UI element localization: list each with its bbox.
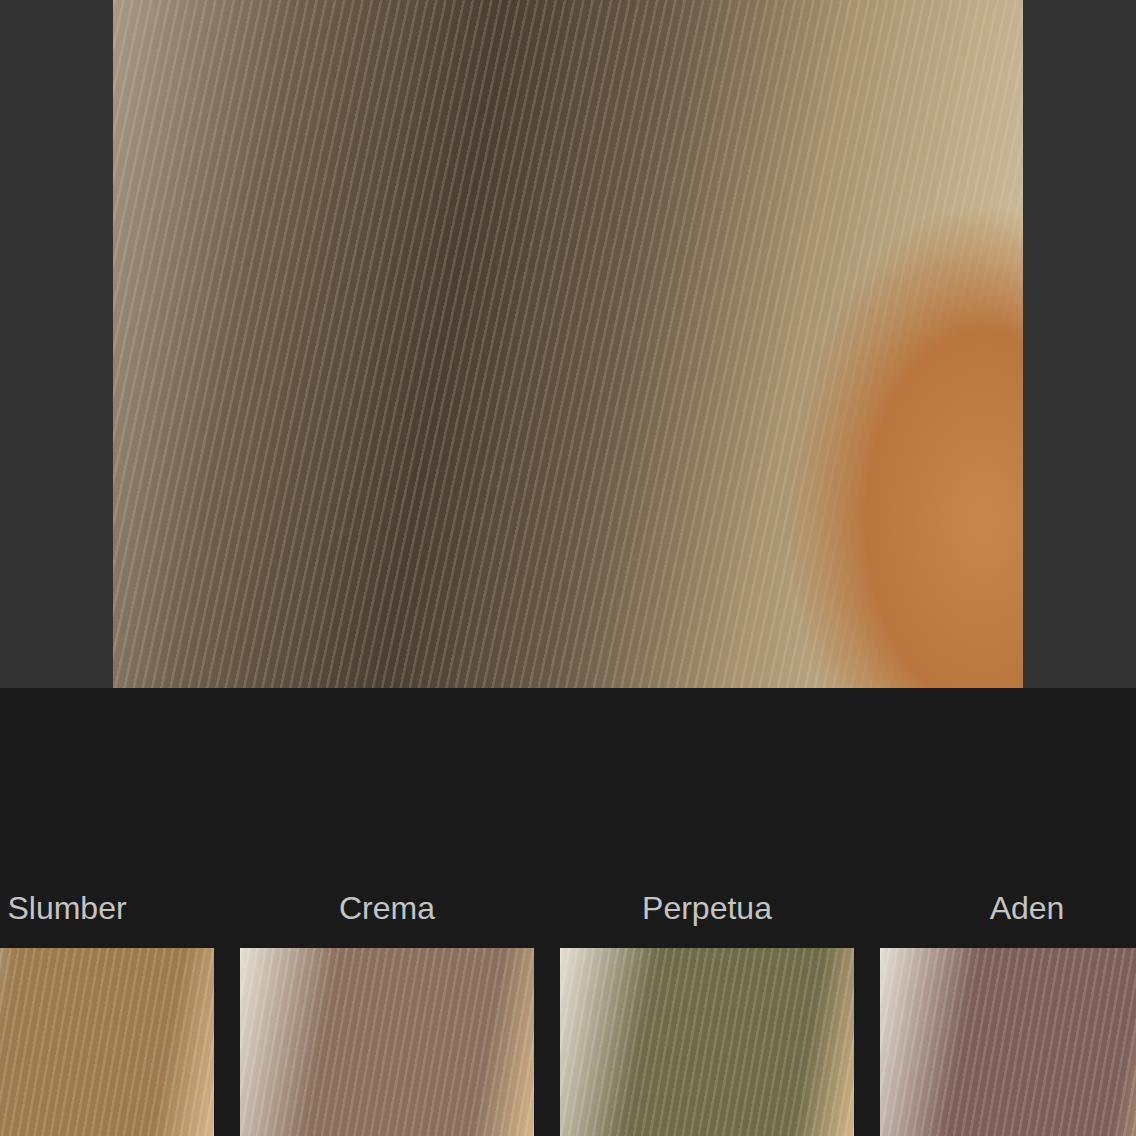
filter-thumbnail[interactable] xyxy=(0,948,214,1136)
filter-strip[interactable]: Slumber Crema Perpetua Aden xyxy=(0,888,1136,1136)
filter-thumbnail[interactable] xyxy=(880,948,1136,1136)
filter-label: Perpetua xyxy=(642,888,772,928)
preview-area xyxy=(0,0,1136,688)
filter-label: Aden xyxy=(990,888,1065,928)
filter-item[interactable]: Slumber xyxy=(0,888,214,1136)
filter-label: Crema xyxy=(339,888,435,928)
photo-preview xyxy=(113,0,1023,688)
filter-screen: Slumber Crema Perpetua Aden xyxy=(0,0,1136,1136)
filter-item[interactable]: Perpetua xyxy=(560,888,854,1136)
filter-thumbnail[interactable] xyxy=(240,948,534,1136)
filter-section: Slumber Crema Perpetua Aden xyxy=(0,688,1136,1136)
filter-thumbnail[interactable] xyxy=(560,948,854,1136)
filter-label: Slumber xyxy=(7,888,126,928)
filter-item[interactable]: Crema xyxy=(240,888,534,1136)
filter-item[interactable]: Aden xyxy=(880,888,1136,1136)
